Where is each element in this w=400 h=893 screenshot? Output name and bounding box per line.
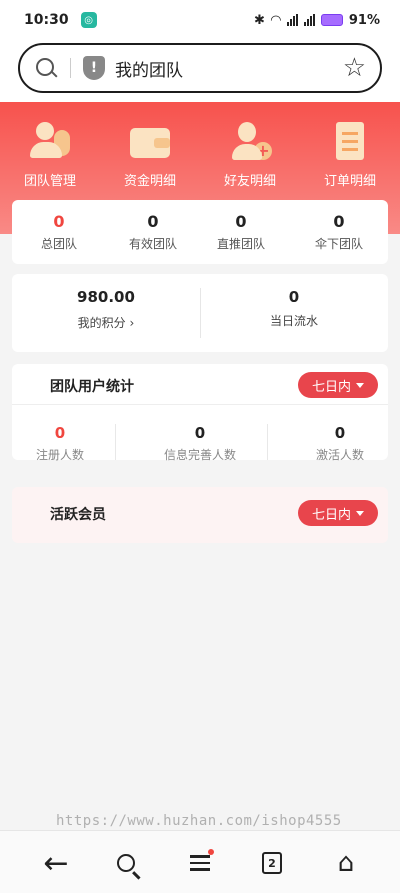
nav-fund-details[interactable]: 资金明细 (100, 122, 200, 189)
tab-count: 2 (262, 852, 282, 874)
tabs-button[interactable]: 2 (252, 845, 292, 881)
section-title: 团队用户统计 (50, 379, 134, 395)
my-points[interactable]: 980.00 我的积分 › (12, 288, 200, 331)
stat-label: 注册人数 (35, 448, 84, 462)
status-bar: 10:30 ◎ ✱ ◠ 91% (0, 0, 400, 40)
stat-info-complete: 0 信息完善人数 (142, 424, 258, 463)
status-indicators: ✱ ◠ 91% (254, 13, 380, 28)
active-members-card: 活跃会员 七日内 (12, 487, 388, 543)
period-filter-dropdown[interactable]: 七日内 (298, 372, 378, 398)
nav-order-details[interactable]: 订单明细 (300, 122, 400, 189)
my-points-value: 980.00 (77, 288, 135, 306)
stat-label: 激活人数 (315, 448, 364, 462)
search-icon[interactable] (34, 56, 58, 80)
divider (12, 404, 388, 405)
caret-down-icon (356, 382, 364, 388)
wifi-icon: ◠ (270, 12, 281, 28)
count-label: 有效团队 (128, 237, 177, 251)
nav-label: 好友明细 (223, 174, 276, 189)
count-label: 伞下团队 (314, 237, 363, 251)
signal-icon (286, 14, 298, 26)
count-direct-team[interactable]: 0 直推团队 (194, 212, 288, 252)
search-icon (117, 854, 135, 872)
nav-label: 资金明细 (123, 174, 176, 189)
chevron-right-icon: › (129, 316, 135, 330)
section-title: 活跃会员 (50, 507, 106, 523)
stat-activated: 0 激活人数 (282, 424, 398, 463)
count-total-team[interactable]: 0 总团队 (12, 212, 106, 252)
period-filter-dropdown[interactable]: 七日内 (298, 500, 378, 526)
daily-flow-label: 当日流水 (269, 314, 318, 328)
my-points-label: 我的积分 (77, 316, 126, 330)
nav-team-management[interactable]: 团队管理 (0, 122, 100, 189)
divider (115, 424, 116, 460)
daily-flow-value: 0 (288, 288, 300, 306)
stat-label: 信息完善人数 (163, 448, 236, 462)
nav-label: 团队管理 (23, 174, 76, 189)
caret-down-icon (356, 510, 364, 516)
menu-button[interactable] (180, 845, 220, 881)
count-label: 总团队 (40, 237, 77, 251)
divider (267, 424, 268, 460)
team-icon (28, 122, 72, 162)
notification-dot (208, 849, 214, 855)
count-value: 0 (147, 212, 159, 231)
count-value: 0 (235, 212, 247, 231)
daily-flow: 0 当日流水 (200, 288, 388, 329)
count-value: 0 (53, 212, 65, 231)
stat-value: 0 (54, 424, 66, 442)
wallet-icon (128, 122, 172, 162)
filter-label: 七日内 (311, 507, 351, 523)
signal-icon-2 (303, 14, 315, 26)
bluetooth-icon: ✱ (253, 12, 265, 28)
battery-percent: 91% (348, 12, 380, 28)
stat-value: 0 (194, 424, 206, 442)
star-icon[interactable]: ☆ (343, 55, 366, 81)
nav-label: 订单明细 (323, 174, 376, 189)
address-bar[interactable]: ! 我的团队 ☆ (18, 43, 382, 93)
app-notification-icon: ◎ (80, 12, 97, 28)
watermark: https://www.huzhan.com/ishop4555 (56, 813, 342, 829)
count-valid-team[interactable]: 0 有效团队 (106, 212, 200, 252)
shield-icon[interactable]: ! (83, 56, 105, 80)
stat-value: 0 (334, 424, 346, 442)
divider (70, 58, 71, 78)
my-points-row: 我的积分 › (12, 314, 200, 331)
count-value: 0 (333, 212, 345, 231)
count-downline-team[interactable]: 0 伞下团队 (292, 212, 386, 252)
stat-registered: 0 注册人数 (2, 424, 118, 463)
order-list-icon (328, 122, 372, 162)
battery-icon (320, 14, 343, 26)
add-friend-icon: + (228, 122, 272, 162)
team-stats-card: 团队用户统计 七日内 0 注册人数 0 信息完善人数 0 激活人数 (12, 364, 388, 463)
back-arrow-icon[interactable]: ← (36, 845, 76, 881)
bottom-nav: ← 2 ⌂ (0, 830, 400, 893)
nav-friend-details[interactable]: + 好友明细 (200, 122, 300, 189)
team-counts-card: 0 总团队 0 有效团队 0 直推团队 0 伞下团队 (12, 200, 388, 264)
filter-label: 七日内 (311, 379, 351, 395)
page-title: 我的团队 (115, 60, 183, 81)
search-button[interactable] (106, 845, 146, 881)
status-time: 10:30 (24, 12, 69, 28)
home-icon[interactable]: ⌂ (326, 845, 366, 881)
address-bar-container: ! 我的团队 ☆ (0, 40, 400, 102)
count-label: 直推团队 (216, 237, 265, 251)
points-card: 980.00 我的积分 › 0 当日流水 (12, 274, 388, 352)
